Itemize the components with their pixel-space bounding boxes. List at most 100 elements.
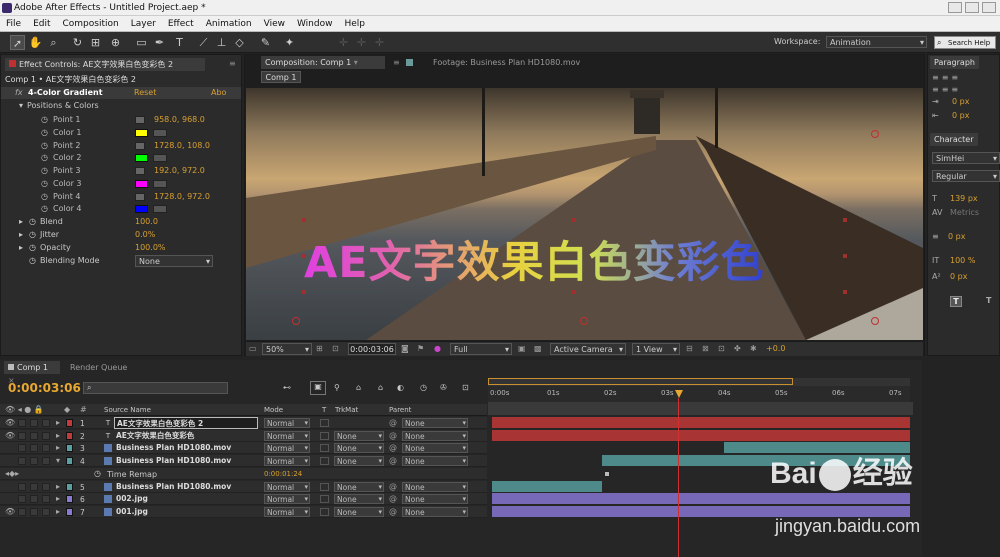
- label-color-chip[interactable]: [66, 495, 73, 504]
- rectangle-tool-icon[interactable]: ▭: [134, 35, 149, 50]
- layer-row[interactable]: 👁 ▸ 1 TAE文字效果白色变彩色 2 Normal @ None: [0, 417, 922, 430]
- stopwatch-icon[interactable]: ◷: [41, 114, 48, 127]
- color-swatch[interactable]: [135, 154, 148, 163]
- graph-editor-icon[interactable]: ✇: [440, 383, 447, 392]
- menu-help[interactable]: Help: [338, 19, 371, 29]
- lock-toggle[interactable]: [42, 457, 50, 466]
- keyframe-icon[interactable]: [604, 470, 610, 477]
- stopwatch-icon[interactable]: ◷: [41, 191, 48, 204]
- lock-toggle[interactable]: [42, 444, 50, 453]
- camera-tool-icon[interactable]: ⊞: [88, 35, 103, 50]
- flowchart-icon[interactable]: ✤: [734, 344, 741, 353]
- work-area-track[interactable]: [488, 402, 913, 415]
- composition-viewer[interactable]: AE文字效果白色变彩色: [246, 88, 923, 340]
- layer-duration-bar[interactable]: [492, 429, 910, 441]
- maximize-button[interactable]: [965, 2, 979, 13]
- layer-row[interactable]: 👁 ▸ 2 T AE文字效果白色变彩色 Normal None @ None: [0, 429, 922, 443]
- channel-icon[interactable]: ●: [434, 344, 441, 353]
- stopwatch-icon[interactable]: ◷: [94, 469, 101, 478]
- safe-zones-icon[interactable]: ⊞: [316, 344, 323, 353]
- minimize-button[interactable]: [948, 2, 962, 13]
- stopwatch-icon[interactable]: ◷: [29, 243, 36, 252]
- faux-italic-button[interactable]: T: [986, 296, 991, 305]
- gradient-point-icon[interactable]: [871, 130, 879, 138]
- transform-handle[interactable]: [843, 254, 847, 258]
- rotate-tool-icon[interactable]: ↻: [70, 35, 85, 50]
- t-header[interactable]: T: [322, 406, 326, 414]
- parent-select[interactable]: None: [402, 443, 468, 454]
- menu-effect[interactable]: Effect: [162, 19, 200, 29]
- layer-name[interactable]: AE文字效果白色变彩色 2: [114, 417, 258, 429]
- crosshair-icon[interactable]: [135, 167, 145, 175]
- visibility-icon[interactable]: 👁: [5, 431, 15, 440]
- frame-blending-icon[interactable]: ⌂: [356, 383, 361, 392]
- parent-select[interactable]: None: [402, 494, 468, 505]
- layer-mode-select[interactable]: Normal: [264, 456, 310, 467]
- layer-duration-bar[interactable]: [492, 480, 602, 492]
- camera-select[interactable]: Active Camera: [550, 343, 626, 355]
- param-value[interactable]: 192.0, 972.0: [154, 165, 205, 178]
- hand-tool-icon[interactable]: ✋: [28, 35, 43, 50]
- label-color-chip[interactable]: [66, 431, 73, 440]
- time-remap-value[interactable]: 0:00:01:24: [264, 470, 302, 478]
- layer-name[interactable]: AE文字效果白色变彩色: [116, 430, 194, 442]
- audio-toggle[interactable]: [18, 431, 26, 440]
- audio-toggle[interactable]: [18, 457, 26, 466]
- layer-mode-select[interactable]: Normal: [264, 430, 310, 441]
- toggle-pixel-aspect-icon[interactable]: ⊟: [686, 344, 693, 353]
- label-color-chip[interactable]: [66, 419, 73, 427]
- audio-toggle[interactable]: [18, 507, 26, 516]
- preserve-transparency-toggle[interactable]: [320, 495, 329, 504]
- lock-toggle[interactable]: [42, 507, 50, 516]
- layer-duration-bar[interactable]: [492, 417, 910, 428]
- transform-handle[interactable]: [302, 290, 306, 294]
- layer-mode-select[interactable]: Normal: [264, 506, 310, 517]
- timeline-timecode[interactable]: 0:00:03:06: [8, 381, 81, 395]
- snapshot-icon[interactable]: ◙: [401, 344, 409, 353]
- magnification-icon[interactable]: ▭: [249, 344, 257, 353]
- about-link[interactable]: Abo: [211, 88, 226, 97]
- expand-chevron-icon[interactable]: ▸: [56, 482, 60, 491]
- layer-name[interactable]: Business Plan HD1080.mov: [116, 442, 231, 454]
- stopwatch-icon[interactable]: ◷: [41, 140, 48, 153]
- param-value[interactable]: 1728.0, 108.0: [154, 140, 210, 153]
- stopwatch-icon[interactable]: ◷: [41, 127, 48, 140]
- pick-whip-icon[interactable]: @: [389, 507, 397, 516]
- fx-icon[interactable]: fx: [15, 88, 23, 97]
- tab-character[interactable]: Character: [930, 133, 978, 146]
- parent-select[interactable]: None: [402, 481, 468, 492]
- search-help-input[interactable]: ⌕ Search Help: [934, 36, 996, 49]
- crosshair-icon[interactable]: [135, 141, 145, 150]
- parent-select[interactable]: None: [402, 418, 468, 428]
- expand-chevron-icon[interactable]: ▸: [56, 443, 60, 452]
- view-layout-select[interactable]: 1 View: [632, 343, 680, 355]
- trkmat-select[interactable]: None: [334, 494, 384, 505]
- expand-chevron-icon[interactable]: ▸: [56, 494, 60, 503]
- fit-icon[interactable]: ⊡: [332, 344, 339, 353]
- layer-row[interactable]: ▸ 6 002.jpg Normal None @ None: [0, 493, 922, 506]
- pick-whip-icon[interactable]: @: [389, 456, 397, 465]
- layer-name[interactable]: 001.jpg: [116, 506, 148, 518]
- tab-render-queue[interactable]: Render Queue: [66, 361, 131, 374]
- motion-blur-icon[interactable]: ⌂: [378, 383, 383, 392]
- transform-handle[interactable]: [302, 218, 306, 222]
- vertical-scale-value[interactable]: 100 %: [950, 256, 975, 265]
- timeline-search-input[interactable]: ⌕: [83, 382, 228, 394]
- layer-mode-select[interactable]: Normal: [264, 443, 310, 454]
- preserve-transparency-toggle[interactable]: [320, 444, 329, 453]
- comp-chip[interactable]: Comp 1: [261, 71, 301, 83]
- fast-preview-icon[interactable]: ⊠: [702, 344, 709, 353]
- reset-link[interactable]: Reset: [134, 88, 156, 97]
- expand-chevron-icon[interactable]: ▸: [56, 431, 60, 440]
- viewer-timecode[interactable]: 0:00:03:06: [348, 343, 396, 355]
- eyedropper-icon[interactable]: [153, 154, 167, 163]
- expand-chevron-icon[interactable]: ▾: [56, 456, 60, 465]
- pick-whip-icon[interactable]: @: [389, 418, 397, 427]
- gradient-point-icon[interactable]: [871, 317, 879, 325]
- brainstorm-icon[interactable]: ◐: [397, 383, 404, 392]
- trkmat-select[interactable]: None: [334, 456, 384, 467]
- layer-duration-bar[interactable]: [492, 493, 910, 505]
- eyedropper-icon[interactable]: [153, 179, 167, 188]
- solo-toggle[interactable]: [30, 431, 38, 440]
- parent-select[interactable]: None: [402, 506, 468, 517]
